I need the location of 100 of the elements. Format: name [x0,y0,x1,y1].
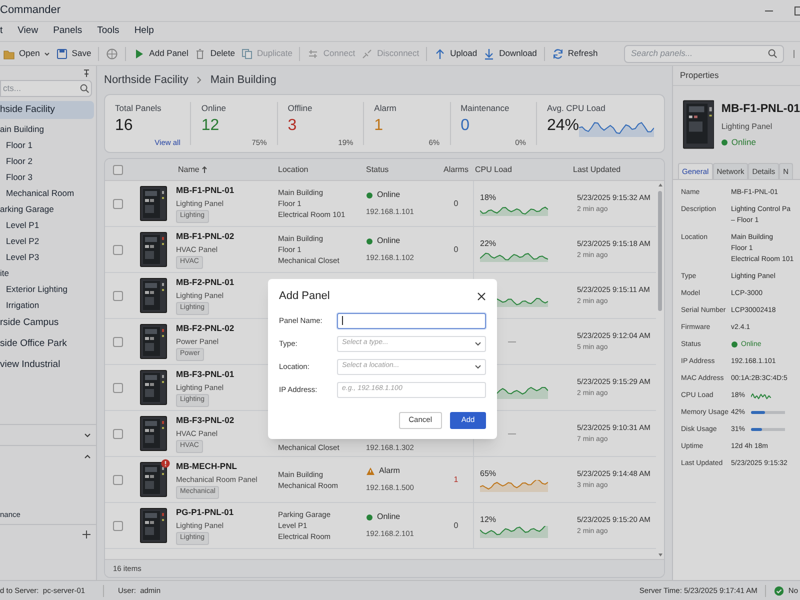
tree-item[interactable]: hside Facility [0,101,94,119]
search-icon [80,84,89,93]
checkbox[interactable] [113,474,123,484]
column-header[interactable]: Status [366,164,389,176]
panel-name[interactable]: MB-F1-PNL-01 [176,184,234,197]
stat-value: 0 [460,116,470,136]
close-button[interactable] [476,291,486,302]
tree-item[interactable]: Floor 1 [0,138,96,153]
column-header[interactable]: Last Updated [573,164,621,176]
cpu-load: 12% [480,514,498,526]
status-label: Online [377,235,400,248]
chevron-down-icon [475,364,481,368]
input-field[interactable] [337,312,486,328]
tree-item[interactable]: Level P3 [0,250,96,265]
tree-item[interactable]: Floor 3 [0,170,96,185]
panel-name[interactable]: PG-P1-PNL-01 [176,506,234,519]
cpu-load: 65% [480,468,498,480]
checkbox[interactable] [113,520,123,530]
refresh-icon [552,48,564,60]
tree-item[interactable]: Irrigation [0,298,96,313]
stat-label: Offline [288,102,314,115]
column-header[interactable]: Location [278,164,308,176]
toolbar-button[interactable]: Delete [191,44,238,64]
toolbar-button[interactable]: Add Panel [130,44,192,64]
cpu-sparkline [751,392,772,400]
checkbox[interactable] [113,382,123,392]
electrical-panel-icon [140,232,167,267]
menu-item[interactable]: Tools [97,24,120,39]
menu-item[interactable]: t [0,24,3,39]
stat-value: 16 [115,116,133,136]
download-icon [483,48,496,60]
checkbox[interactable] [113,290,123,300]
stat-value: 24% [546,116,579,136]
checkbox[interactable] [113,336,123,346]
toolbar-button[interactable]: Refresh [548,44,601,64]
tree-item[interactable]: ite [0,266,96,281]
toolbar-button[interactable]: Save [52,44,94,64]
tree-item[interactable]: Exterior Lighting [0,282,96,297]
chevron-icon [196,76,202,84]
panel-name[interactable]: MB-F2-PNL-01 [176,276,234,289]
electrical-panel-icon [140,416,167,451]
dialog-title: Add Panel [279,289,330,304]
stat-value: 1 [374,116,384,136]
stat-label: Maintenance [460,102,510,115]
device-type: Lighting Panel [721,120,774,133]
tree-item[interactable]: ain Building [0,122,96,137]
breadcrumb-item[interactable]: Main Building [210,72,276,88]
menu-item[interactable]: View [18,24,38,39]
chevron-down-icon [475,342,481,346]
tree-item[interactable]: Floor 2 [0,154,96,169]
device-name: MB-F1-PNL-01 [721,102,800,116]
window-title: Commander [0,3,61,18]
menu-item[interactable]: Help [134,24,154,39]
breadcrumb-item[interactable]: Northside Facility [104,72,188,88]
checkbox[interactable] [113,428,123,438]
column-header[interactable]: Alarms [444,164,468,176]
toolbar-button[interactable]: Open [0,44,53,64]
copy-icon [240,48,253,60]
cpu-load: 22% [480,238,498,250]
toolbar-button[interactable]: Upload [431,44,480,64]
tree-item[interactable]: Level P2 [0,234,96,249]
tree-item[interactable]: Level P1 [0,218,96,233]
panel-name[interactable]: MB-F3-PNL-02 [176,414,234,427]
toolbar-button[interactable]: Download [480,44,540,64]
tree-item[interactable]: rside Campus [0,314,96,332]
status-label: Alarm [379,465,400,478]
column-header[interactable]: CPU Load [475,164,512,176]
stat-label: Avg. CPU Load [546,102,606,115]
tree-item[interactable]: arking Garage [0,202,96,217]
panel-name[interactable]: MB-F1-PNL-02 [176,230,234,243]
play-icon [133,48,146,60]
tree-item[interactable]: side Office Park [0,335,96,353]
checkbox[interactable] [113,198,123,208]
status-label: Online [377,189,400,202]
scrollbar-thumb[interactable] [658,191,662,311]
alarm-count: 0 [454,198,458,210]
panel-name[interactable]: MB-F3-PNL-01 [176,368,234,381]
stat-label: Online [201,102,227,115]
column-header[interactable]: Name [178,164,200,176]
stat-label: Alarm [374,102,398,115]
checkbox[interactable] [113,244,123,254]
scroll-down-icon [658,553,662,557]
menu-item[interactable]: Panels [53,24,82,39]
status-label: Online [731,136,756,148]
stat-value: 12 [201,116,220,136]
cpu-load: — [507,336,517,348]
tree-item[interactable]: view Industrial [0,356,96,374]
status-dot [731,341,738,348]
stat-label: Total Panels [115,102,162,115]
tree-item[interactable]: Mechanical Room [0,186,96,201]
status-label: Online [377,511,400,524]
electrical-panel-icon [140,278,167,313]
folder-icon [3,48,15,60]
upload-icon [434,48,446,60]
scroll-up-icon [658,183,662,187]
electrical-panel-icon [140,370,167,405]
plug-icon [307,48,320,60]
panel-name[interactable]: MB-MECH-PNL [176,460,237,473]
panel-name[interactable]: MB-F2-PNL-02 [176,322,234,335]
checkbox[interactable] [113,164,123,174]
